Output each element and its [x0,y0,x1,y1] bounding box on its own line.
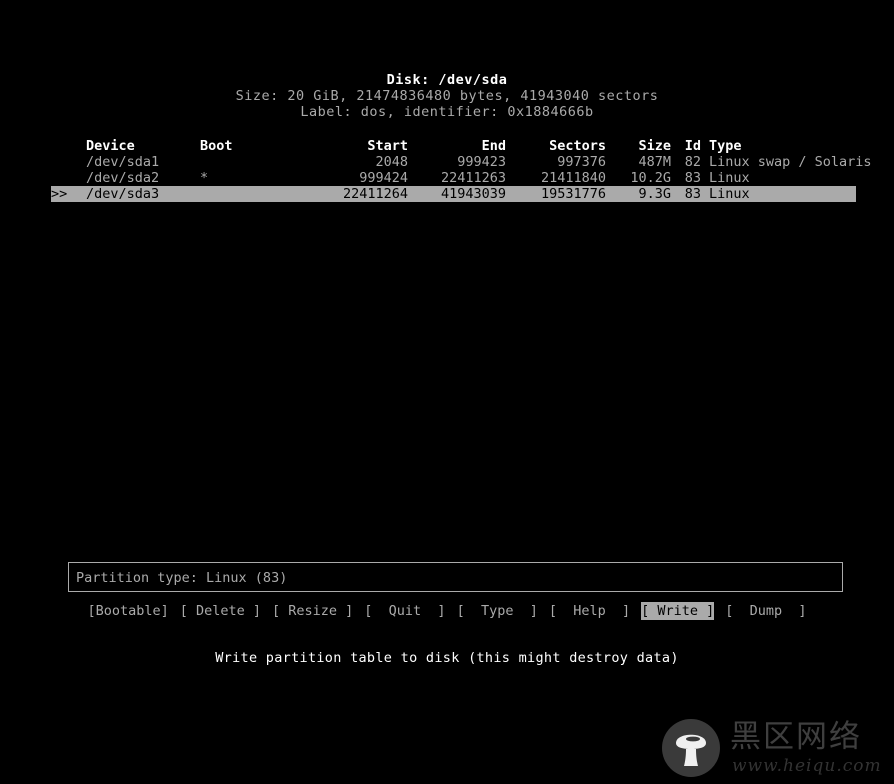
cell-size: 10.2G [630,170,671,186]
table-header-row: Device Boot Start End Sectors Size Id Ty… [51,138,856,154]
cell-device: /dev/sda3 [86,186,160,202]
cell-device: /dev/sda2 [86,170,160,186]
cell-sectors: 19531776 [540,186,606,202]
table-row[interactable]: /dev/sda2 * 999424 22411263 21411840 10.… [51,170,856,186]
cell-end: 999423 [457,154,506,170]
cell-type: Linux swap / Solaris [709,154,872,170]
menu-button-dump[interactable]: [ Dump ] [725,602,806,620]
disk-label-line: Label: dos, identifier: 0x1884666b [300,104,594,120]
cell-end: 22411263 [440,170,506,186]
menu-button-bootable[interactable]: [Bootable] [87,602,168,620]
disk-title: Disk: /dev/sda [386,72,508,88]
cell-sectors: 21411840 [540,170,606,186]
row-cursor: >> [51,186,68,202]
partition-type-box: Partition type: Linux (83) [68,562,843,592]
watermark-brand: 黑区网络 [730,719,862,755]
column-header-boot: Boot [200,138,233,154]
table-row[interactable]: /dev/sda1 2048 999423 997376 487M 82 Lin… [51,154,872,170]
menu-button-type[interactable]: [ Type ] [457,602,538,620]
cfdisk-screen: Disk: /dev/sda Size: 20 GiB, 21474836480… [0,0,894,784]
cell-sectors: 997376 [557,154,606,170]
status-line: Write partition table to disk (this migh… [215,650,679,666]
partition-type-text: Partition type: Linux (83) [76,570,288,586]
cell-id: 83 [684,170,701,186]
cell-start: 2048 [375,154,408,170]
menu-button-quit[interactable]: [ Quit ] [364,602,445,620]
cell-type: Linux [709,186,750,202]
table-row-selected[interactable]: >> /dev/sda3 22411264 41943039 19531776 … [51,186,856,202]
mushroom-logo-icon [662,719,720,777]
column-header-end: End [481,138,506,154]
cell-size: 487M [638,154,671,170]
cell-id: 83 [684,186,701,202]
disk-size-line: Size: 20 GiB, 21474836480 bytes, 4194304… [235,88,659,104]
menu-button-help[interactable]: [ Help ] [549,602,630,620]
disk-summary: Disk: /dev/sda Size: 20 GiB, 21474836480… [0,72,894,120]
column-header-type: Type [709,138,742,154]
column-header-start: Start [367,138,408,154]
cell-type: Linux [709,170,750,186]
watermark: 黑区网络 www.heiqu.com [662,714,888,780]
column-header-device: Device [86,138,135,154]
column-header-sectors: Sectors [549,138,606,154]
cell-start: 22411264 [342,186,408,202]
menu-bar: [Bootable] [ Delete ] [ Resize ] [ Quit ] [ … [0,602,894,620]
watermark-url: www.heiqu.com [732,756,882,776]
cell-boot-flag: * [200,170,209,186]
column-header-id: Id [684,138,701,154]
cell-start: 999424 [359,170,408,186]
menu-button-resize[interactable]: [ Resize ] [272,602,353,620]
cell-size: 9.3G [638,186,671,202]
column-header-size: Size [638,138,671,154]
cell-id: 82 [684,154,701,170]
cell-end: 41943039 [440,186,506,202]
cell-device: /dev/sda1 [86,154,160,170]
partition-table: Device Boot Start End Sectors Size Id Ty… [51,138,872,202]
menu-button-write[interactable]: [ Write ] [641,602,715,620]
menu-button-delete[interactable]: [ Delete ] [180,602,261,620]
